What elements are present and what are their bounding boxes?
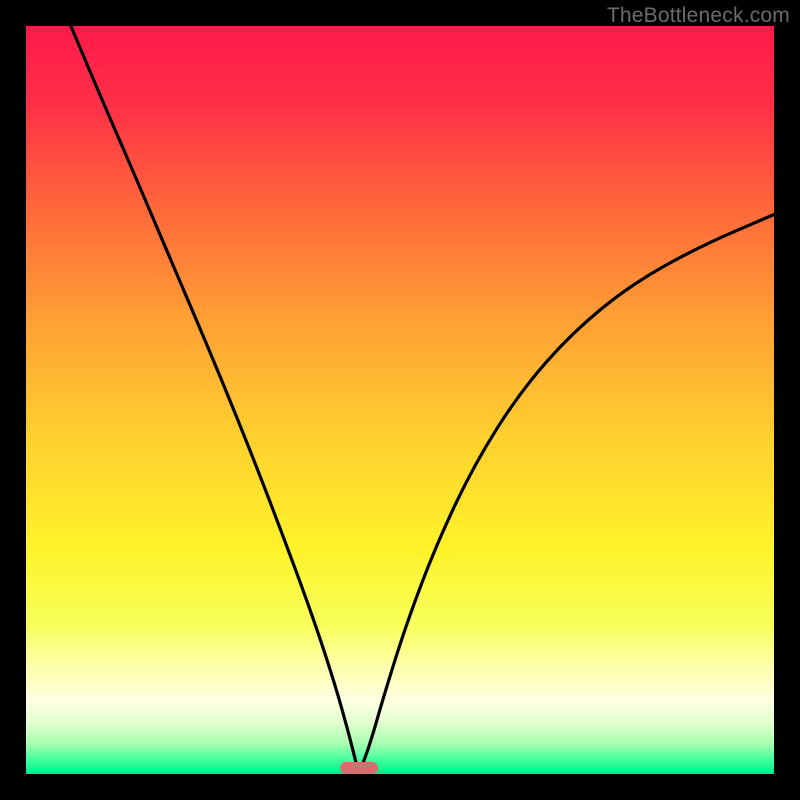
chart-frame: TheBottleneck.com bbox=[0, 0, 800, 800]
background-gradient bbox=[26, 26, 774, 774]
plot-area bbox=[26, 26, 774, 774]
watermark-text: TheBottleneck.com bbox=[607, 4, 790, 28]
optimal-marker bbox=[340, 762, 377, 774]
